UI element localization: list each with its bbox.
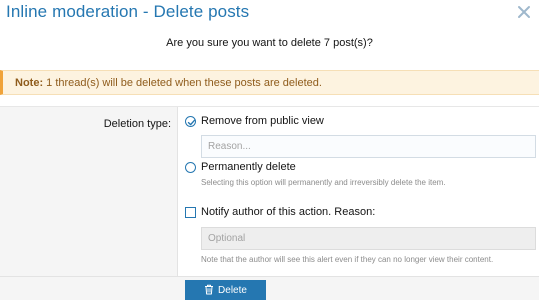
trash-icon bbox=[204, 284, 214, 298]
radio-checked-icon[interactable] bbox=[185, 116, 196, 127]
notice-banner: Note: 1 thread(s) will be deleted when t… bbox=[0, 70, 539, 95]
deletion-form-row: Deletion type: bbox=[0, 106, 539, 277]
notify-hint: Note that the author will see this alert… bbox=[201, 255, 494, 264]
delete-button[interactable]: Delete bbox=[185, 280, 266, 300]
notify-author-label[interactable]: Notify author of this action. Reason: bbox=[201, 206, 375, 218]
permanent-delete-hint: Selecting this option will permanently a… bbox=[201, 178, 446, 187]
confirm-message: Are you sure you want to delete 7 post(s… bbox=[166, 37, 373, 49]
notify-reason-input[interactable]: Optional bbox=[201, 227, 536, 250]
notice-label: Note: bbox=[15, 77, 44, 89]
permanently-delete-label[interactable]: Permanently delete bbox=[201, 161, 296, 173]
close-icon[interactable] bbox=[515, 3, 533, 21]
notice-text: 1 thread(s) will be deleted when these p… bbox=[43, 77, 322, 89]
delete-button-label[interactable]: Delete bbox=[218, 285, 247, 296]
deletion-type-label: Deletion type: bbox=[103, 118, 171, 130]
radio-unchecked-icon[interactable] bbox=[185, 162, 196, 173]
checkbox-icon[interactable] bbox=[185, 207, 196, 218]
form-label-pane: Deletion type: bbox=[0, 107, 178, 277]
reason-input[interactable]: Reason... bbox=[201, 135, 536, 158]
dialog-title: Inline moderation - Delete posts bbox=[6, 2, 250, 21]
dialog-titlebar: Inline moderation - Delete posts bbox=[0, 0, 539, 25]
remove-from-public-label[interactable]: Remove from public view bbox=[201, 115, 324, 127]
dialog-footer bbox=[0, 276, 539, 300]
